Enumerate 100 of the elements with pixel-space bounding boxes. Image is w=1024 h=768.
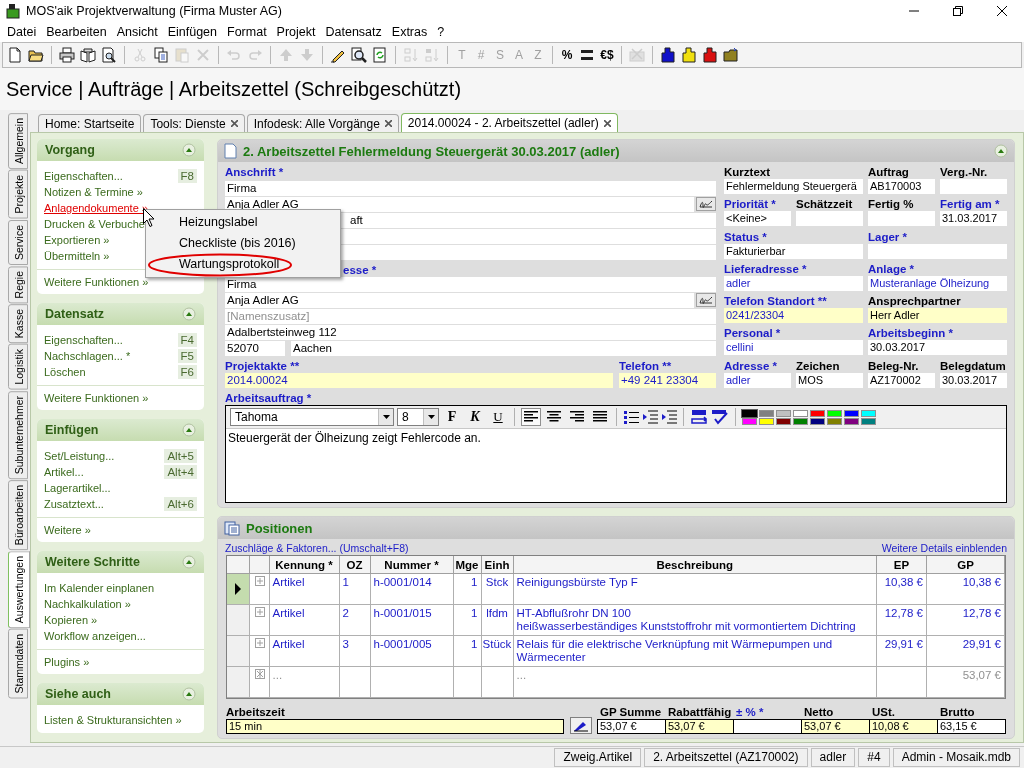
surcharges-link[interactable]: Zuschläge & Faktoren... (Umschalt+F8) (225, 542, 409, 554)
close-icon[interactable] (997, 6, 1007, 16)
expand-icon[interactable] (254, 638, 265, 648)
total-field[interactable]: 10,08 € (869, 719, 938, 734)
close-icon[interactable] (384, 120, 392, 127)
text-field[interactable]: 2014.00024 (225, 373, 613, 388)
color-swatch[interactable] (776, 409, 791, 417)
text-field[interactable]: Herr Adler (868, 308, 1007, 324)
text-field[interactable]: +49 241 23304 (619, 373, 716, 388)
column-header[interactable]: Einh (481, 556, 513, 574)
side-tab[interactable]: Regie (8, 265, 28, 304)
collapse-icon[interactable] (182, 143, 196, 157)
outdent-icon[interactable] (642, 410, 658, 424)
puzzle-figure-icon[interactable] (702, 47, 718, 63)
color-swatch[interactable] (759, 417, 774, 425)
sidebar-link[interactable]: Artikel... (44, 466, 84, 478)
folder-icon[interactable] (723, 47, 739, 63)
sidebar-link[interactable]: Set/Leistung... (44, 450, 115, 462)
toolbar-button[interactable]: % (559, 48, 575, 62)
side-tab[interactable]: Service (8, 219, 28, 265)
text-field[interactable]: Musteranlage Ölheizung (868, 275, 1007, 291)
close-icon[interactable] (603, 119, 611, 127)
expand-icon[interactable] (254, 576, 265, 586)
sidebar-link[interactable]: Zusatztext... (44, 498, 104, 510)
document-tab[interactable]: 2014.00024 - 2. Arbeitszettel (adler) (400, 113, 618, 132)
import-icon[interactable] (690, 409, 708, 425)
sidebar-link[interactable]: Nachkalkulation » (44, 598, 131, 610)
font-select[interactable]: Tahoma (230, 408, 394, 426)
menu-item[interactable]: Checkliste (bis 2016) (146, 233, 340, 254)
color-swatch[interactable] (759, 409, 774, 417)
text-field[interactable]: Anja Adler AG (225, 197, 694, 212)
refresh-icon[interactable] (372, 47, 388, 63)
sidebar-link[interactable]: Notizen & Termine » (44, 186, 143, 198)
side-tab[interactable]: Büroarbeiten (8, 480, 28, 551)
text-field[interactable]: 15 min (226, 719, 564, 734)
new-row-icon[interactable] (254, 669, 265, 679)
text-field[interactable]: adler (724, 275, 863, 291)
puzzle-figure-icon[interactable] (681, 47, 697, 63)
copy-icon[interactable] (153, 47, 169, 63)
menu-item[interactable]: Einfügen (162, 25, 222, 39)
text-field[interactable]: 52070 (225, 341, 285, 356)
sidebar-link[interactable]: Löschen (44, 366, 86, 378)
collapse-icon[interactable] (182, 423, 196, 437)
collapse-icon[interactable] (182, 307, 196, 321)
menu-item[interactable]: Datei (2, 25, 42, 39)
format-button[interactable]: F (442, 408, 462, 426)
total-field[interactable]: 53,07 € (801, 719, 870, 734)
sidebar-link[interactable]: Listen & Strukturansichten » (44, 714, 182, 726)
sidebar-link[interactable]: Übermitteln » (44, 250, 110, 262)
collapse-icon[interactable] (182, 555, 196, 569)
color-swatch[interactable] (793, 417, 808, 425)
toolbar-button[interactable]: €$ (599, 48, 615, 62)
align-left-icon[interactable] (521, 408, 541, 426)
side-tab[interactable]: Auswertungen (8, 551, 30, 629)
sidebar-link[interactable]: Workflow anzeigen... (44, 630, 146, 642)
total-field[interactable]: 53,07 € (665, 719, 734, 734)
details-link[interactable]: Weitere Details einblenden (881, 542, 1007, 554)
expand-icon[interactable] (254, 607, 265, 617)
text-field[interactable]: Firma (225, 181, 716, 196)
collapse-icon[interactable] (182, 687, 196, 701)
puzzle-figure-icon[interactable] (660, 47, 676, 63)
text-field[interactable]: cellini (724, 340, 863, 356)
sidebar-link[interactable]: Weitere Funktionen » (44, 276, 149, 288)
text-field[interactable]: 30.03.2017 (868, 340, 1007, 356)
side-tab[interactable]: Subunternehmer (8, 390, 28, 480)
column-header[interactable]: Beschreibung (513, 556, 877, 574)
color-swatch[interactable] (810, 409, 825, 417)
document-tab[interactable]: Tools: Dienste (143, 114, 245, 132)
side-tab[interactable]: Kasse (8, 304, 28, 344)
sidebar-link[interactable]: Exportieren » (44, 234, 110, 246)
column-header[interactable]: GP (926, 556, 1005, 574)
color-swatch[interactable] (861, 409, 876, 417)
text-field[interactable] (796, 211, 863, 227)
text-field[interactable]: AB170003 (868, 179, 935, 194)
signature-button[interactable] (696, 197, 716, 211)
close-icon[interactable] (230, 120, 238, 127)
sidebar-link[interactable]: Kopieren » (44, 614, 98, 626)
column-header[interactable]: OZ (339, 556, 370, 574)
sidebar-link[interactable]: Im Kalender einplanen (44, 582, 155, 594)
menu-item[interactable]: Bearbeiten (41, 25, 112, 39)
side-tab[interactable]: Projekte (8, 170, 28, 219)
format-button[interactable]: U (488, 408, 508, 426)
print-preview-icon[interactable] (101, 47, 117, 63)
printer-icon[interactable] (59, 47, 75, 63)
text-field[interactable]: Firma (225, 277, 716, 292)
text-field[interactable]: 30.03.2017 (940, 372, 1007, 388)
open-folder-icon[interactable] (28, 47, 44, 63)
document-tab[interactable]: Home: Startseite (38, 114, 142, 132)
color-swatch[interactable] (827, 409, 842, 417)
menu-item[interactable]: Extras (386, 25, 433, 39)
restore-icon[interactable] (953, 6, 963, 16)
menu-item[interactable]: Wartungsprotokoll (146, 254, 340, 275)
sidebar-link[interactable]: Drucken & Verbuche (44, 218, 145, 230)
side-tab[interactable]: Stammdaten (8, 629, 28, 699)
sidebar-link[interactable]: Weitere » (44, 524, 91, 536)
color-swatch[interactable] (742, 417, 757, 425)
sidebar-link[interactable]: Plugins » (44, 656, 90, 668)
color-swatch[interactable] (776, 417, 791, 425)
sidebar-link[interactable]: Weitere Funktionen » (44, 392, 149, 404)
menu-item[interactable]: Ansicht (111, 25, 163, 39)
